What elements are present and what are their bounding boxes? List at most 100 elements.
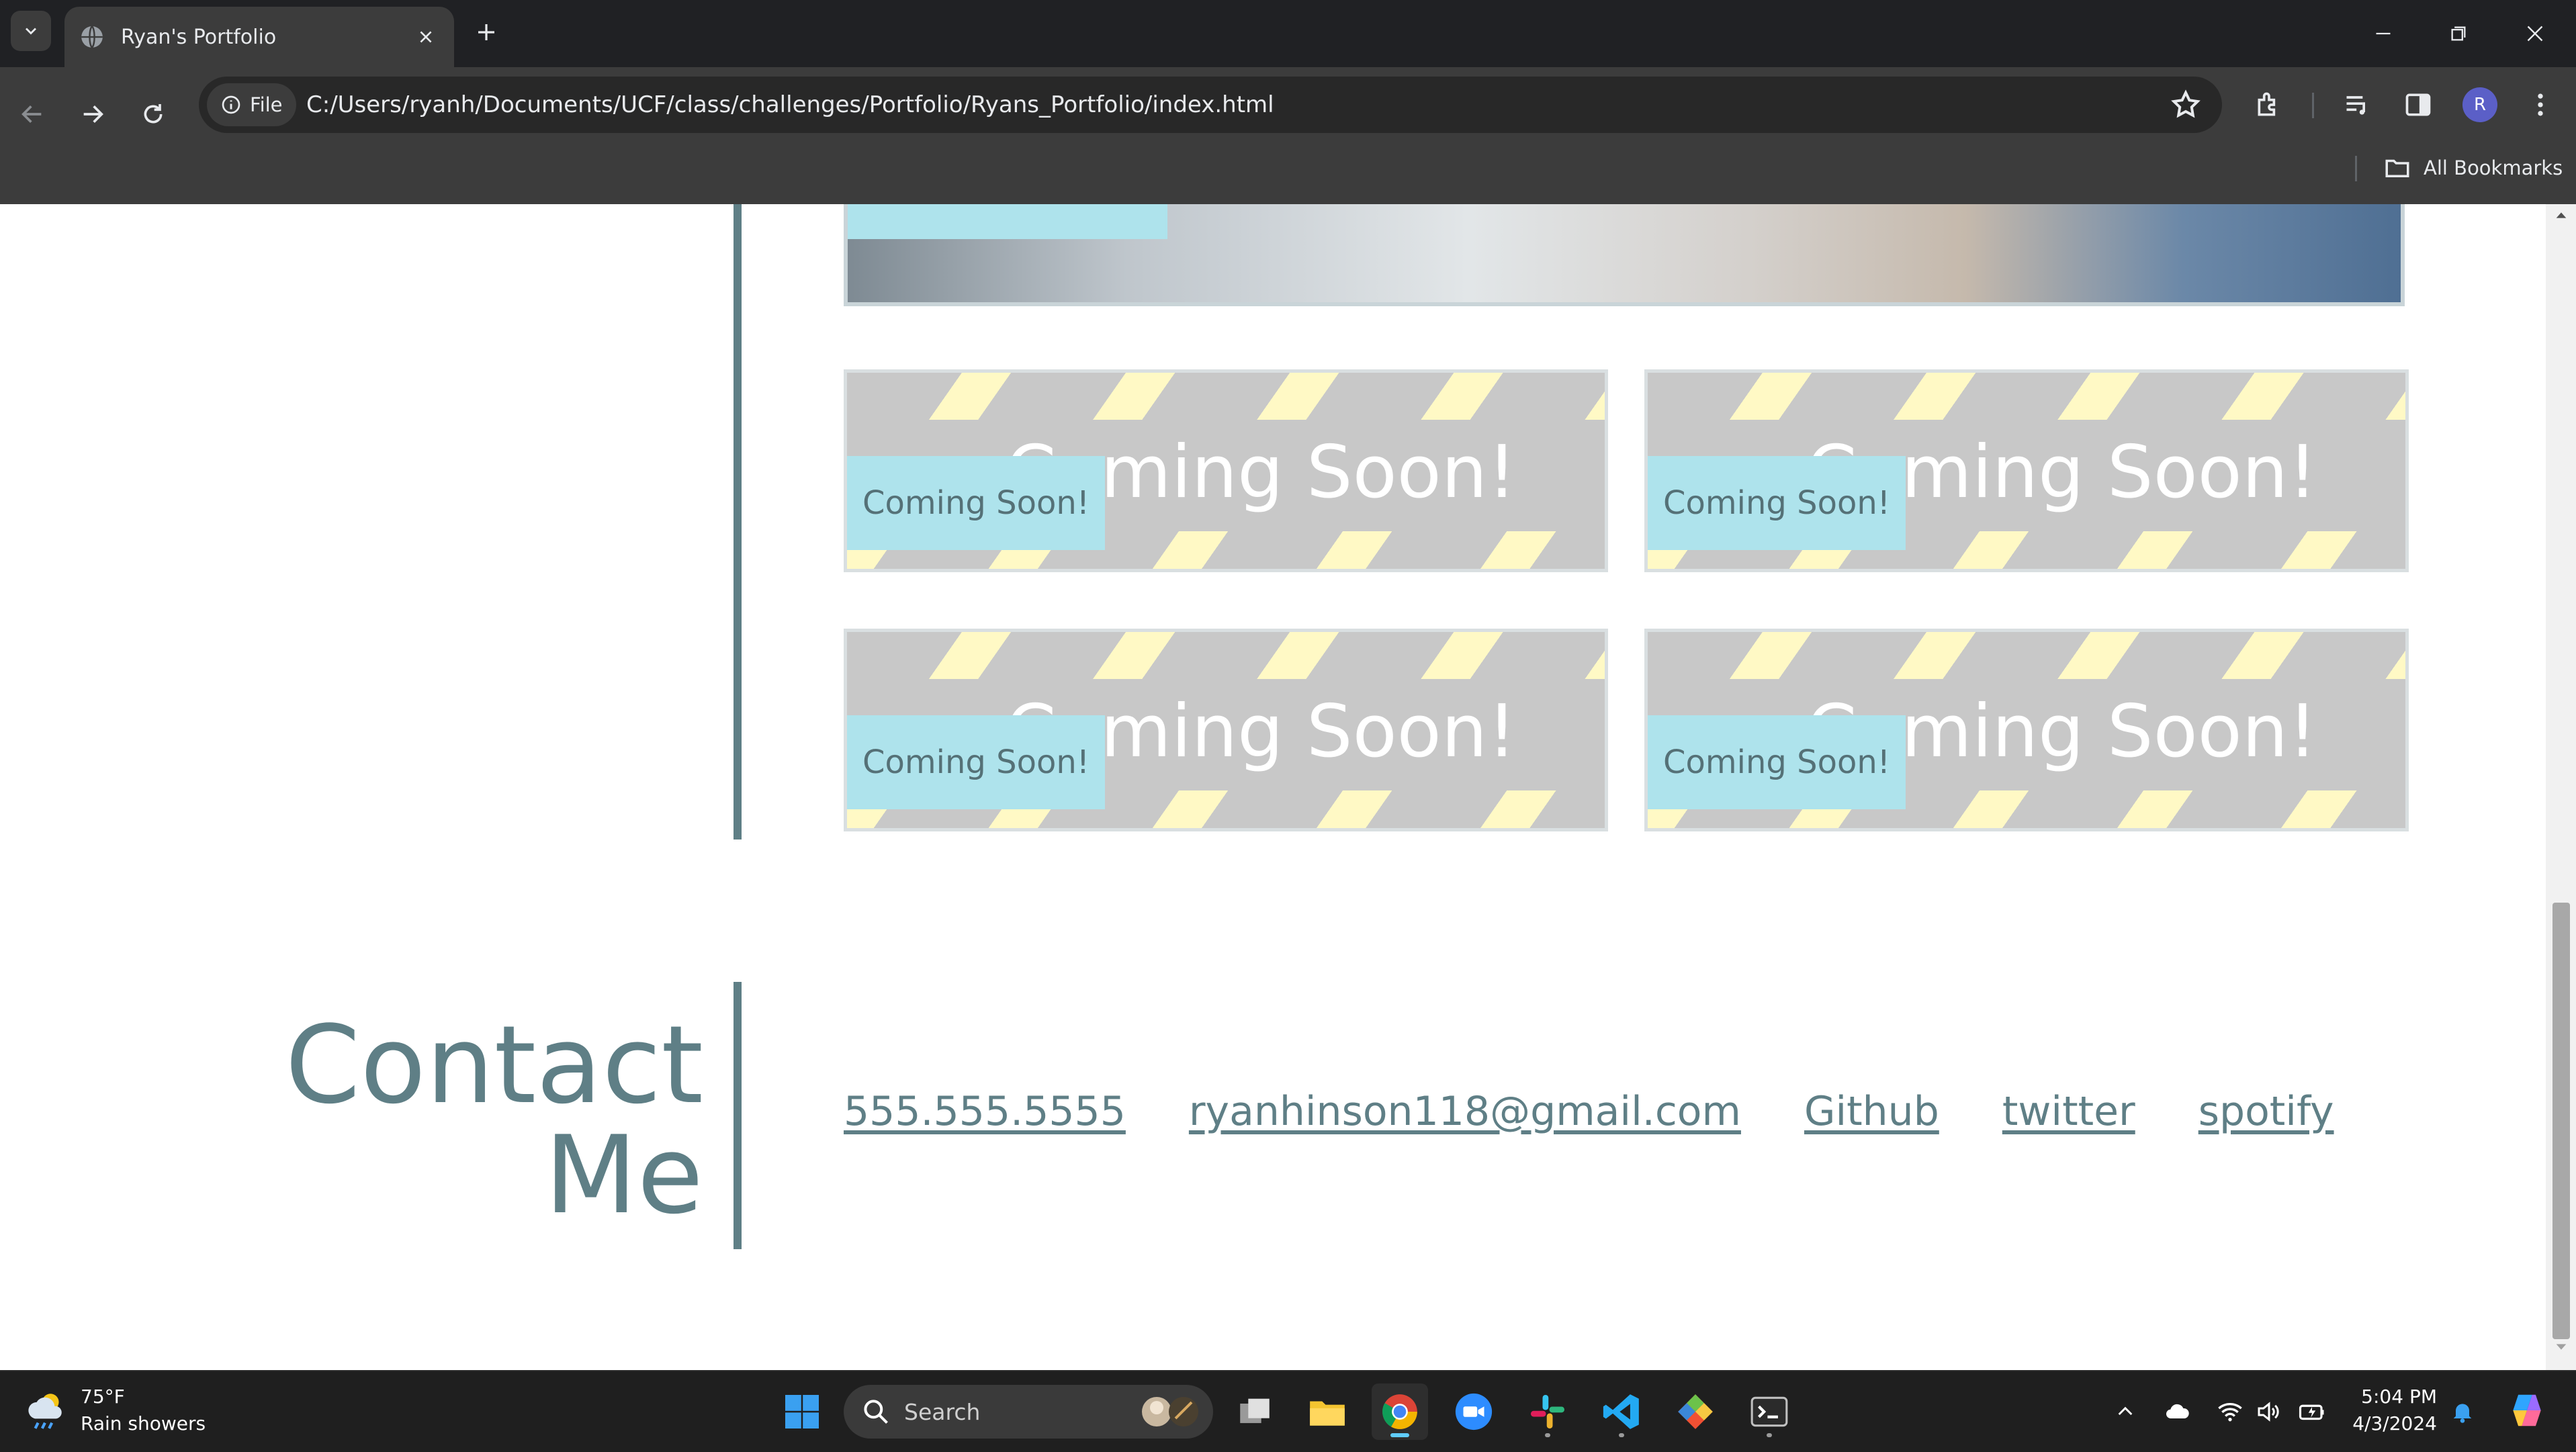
site-info-label: File — [250, 93, 283, 116]
clock-date: 4/3/2024 — [2352, 1412, 2437, 1435]
globe-icon — [81, 26, 103, 48]
all-bookmarks-button[interactable]: All Bookmarks — [2383, 153, 2563, 183]
chrome-icon — [1382, 1394, 1417, 1429]
project-card[interactable]: Coming Soon! Coming Soon! — [1644, 369, 2409, 572]
weather-temp: 75°F — [81, 1386, 125, 1408]
contact-links: 555.555.5555 ryanhinson118@gmail.com Git… — [844, 1088, 2334, 1135]
chevron-up-icon — [2118, 1406, 2133, 1416]
back-button[interactable] — [5, 87, 59, 141]
git-app[interactable] — [1667, 1383, 1724, 1440]
toolbar-divider — [2312, 93, 2314, 118]
featured-project-image[interactable] — [844, 204, 2405, 306]
onedrive-tray[interactable] — [2163, 1397, 2192, 1426]
task-view-button[interactable] — [1227, 1383, 1283, 1440]
address-bar[interactable]: File C:/Users/ryanh/Documents/UCF/class/… — [199, 77, 2222, 133]
notifications-button[interactable] — [2448, 1397, 2477, 1426]
profile-avatar[interactable]: R — [2462, 87, 2497, 122]
scroll-up-arrow[interactable] — [2546, 208, 2576, 235]
reload-icon — [144, 104, 163, 124]
weather-widget[interactable]: 75°F Rain showers — [24, 1383, 206, 1437]
page-scrollbar[interactable] — [2546, 204, 2576, 1370]
spotify-link[interactable]: spotify — [2199, 1088, 2334, 1135]
battery-tray[interactable] — [2297, 1397, 2327, 1426]
task-view-icon — [1240, 1398, 1270, 1423]
project-card[interactable]: Coming Soon! Coming Soon! — [844, 369, 1608, 572]
battery-charging-icon — [2299, 1404, 2324, 1420]
github-link[interactable]: Github — [1804, 1088, 1939, 1135]
speaker-icon — [2258, 1402, 2279, 1422]
minimize-button[interactable] — [2363, 13, 2403, 54]
card-label: Coming Soon! — [1648, 715, 1906, 809]
terminal-app[interactable] — [1741, 1383, 1797, 1440]
section-divider-line — [734, 204, 742, 840]
arrow-left-icon — [21, 105, 42, 123]
forward-button[interactable] — [66, 87, 120, 141]
network-tray[interactable] — [2215, 1397, 2245, 1426]
side-panel-button[interactable] — [2401, 87, 2436, 122]
taskbar-clock[interactable]: 5:04 PM 4/3/2024 — [2343, 1383, 2437, 1437]
start-button[interactable] — [774, 1383, 830, 1440]
caret-down-icon — [2556, 1344, 2566, 1350]
windows-taskbar: 75°F Rain showers Search 5:04 PM 4/3/202… — [0, 1370, 2576, 1452]
folder-icon — [1310, 1401, 1345, 1426]
media-controls-button[interactable] — [2340, 87, 2375, 122]
featured-project-label — [848, 204, 1167, 239]
side-panel-icon — [2405, 93, 2431, 116]
vscode-app[interactable] — [1593, 1383, 1650, 1440]
tab-search-button[interactable] — [11, 11, 51, 51]
twitter-link[interactable]: twitter — [2002, 1088, 2135, 1135]
running-app-indicator — [1619, 1433, 1624, 1437]
scroll-down-arrow[interactable] — [2546, 1339, 2576, 1366]
file-explorer-app[interactable] — [1299, 1383, 1356, 1440]
contact-heading-line2: Me — [544, 1112, 703, 1238]
restore-icon — [2451, 26, 2466, 41]
caret-up-icon — [2556, 212, 2566, 218]
slack-app[interactable] — [1519, 1383, 1576, 1440]
url-text[interactable]: C:/Users/ryanh/Documents/UCF/class/chall… — [306, 77, 1274, 133]
chrome-app[interactable] — [1372, 1383, 1428, 1440]
puzzle-icon — [2258, 92, 2276, 116]
volume-tray[interactable] — [2254, 1397, 2284, 1426]
browser-menu-button[interactable] — [2523, 87, 2558, 122]
copilot-icon — [2513, 1394, 2541, 1426]
running-app-indicator — [1545, 1433, 1550, 1437]
bookmarks-divider — [2355, 156, 2357, 181]
cloud-icon — [2166, 1404, 2189, 1419]
restore-button[interactable] — [2438, 13, 2479, 54]
rain-cloud-icon — [28, 1394, 62, 1429]
phone-link[interactable]: 555.555.5555 — [844, 1088, 1126, 1135]
extensions-button[interactable] — [2252, 87, 2286, 122]
contact-heading-line1: Contact — [285, 1002, 704, 1128]
search-highlight-icon — [1142, 1397, 1198, 1426]
site-info-chip[interactable]: File — [207, 83, 296, 126]
zoom-app[interactable] — [1446, 1383, 1502, 1440]
email-link[interactable]: ryanhinson118@gmail.com — [1189, 1088, 1741, 1135]
info-icon — [222, 95, 240, 114]
arrow-right-icon — [83, 105, 103, 123]
close-window-button[interactable] — [2515, 13, 2555, 54]
reload-button[interactable] — [126, 87, 180, 141]
tab-close-button[interactable] — [407, 18, 445, 56]
tab-title: Ryan's Portfolio — [121, 25, 277, 49]
card-label: Coming Soon! — [847, 456, 1105, 550]
browser-tab[interactable]: Ryan's Portfolio — [64, 7, 454, 67]
taskbar-search[interactable]: Search — [844, 1385, 1213, 1439]
project-card[interactable]: Coming Soon! Coming Soon! — [844, 629, 1608, 831]
project-card[interactable]: Coming Soon! Coming Soon! — [1644, 629, 2409, 831]
windows-logo-icon — [785, 1395, 819, 1428]
folder-icon — [2385, 159, 2409, 177]
all-bookmarks-label: All Bookmarks — [2424, 156, 2563, 179]
new-tab-button[interactable] — [468, 13, 505, 51]
chevron-down-icon — [26, 28, 36, 35]
weather-desc: Rain showers — [81, 1412, 206, 1435]
playlist-icon — [2346, 96, 2365, 115]
close-icon — [420, 31, 432, 43]
scrollbar-thumb[interactable] — [2552, 903, 2570, 1339]
bookmark-star-icon[interactable] — [2170, 89, 2202, 121]
clock-time: 5:04 PM — [2361, 1386, 2437, 1408]
copilot-button[interactable] — [2505, 1389, 2548, 1432]
show-hidden-icons-button[interactable] — [2111, 1397, 2140, 1426]
bell-icon — [2453, 1404, 2472, 1423]
card-label: Coming Soon! — [847, 715, 1105, 809]
card-label: Coming Soon! — [1648, 456, 1906, 550]
